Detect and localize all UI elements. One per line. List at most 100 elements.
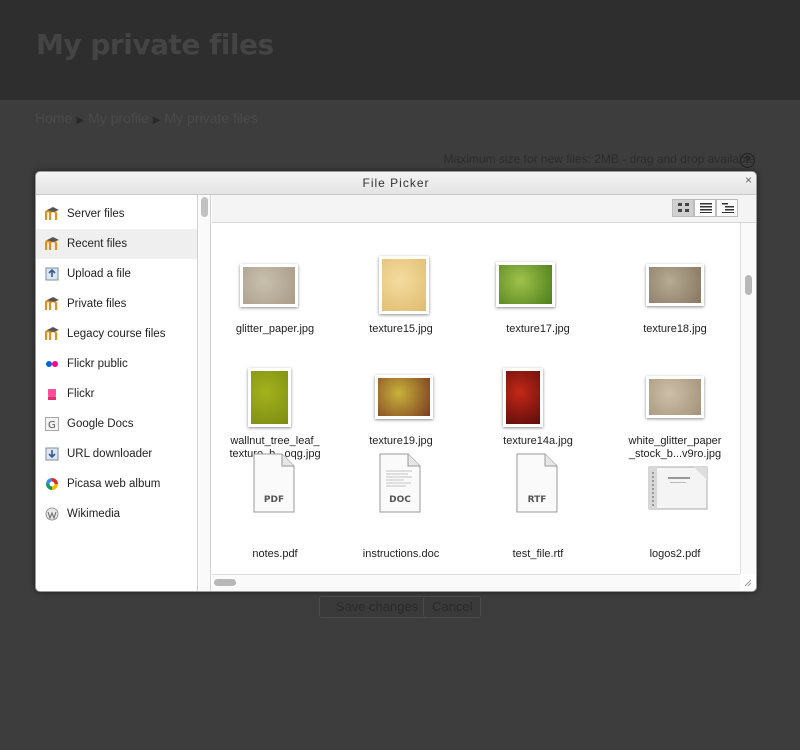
file-grid: glitter_paper.jpg texture15.jpg texture17.… — [212, 223, 740, 574]
repository-item[interactable]: Server files — [36, 199, 197, 229]
moodle-icon — [44, 237, 59, 251]
moodle-icon — [44, 297, 59, 311]
repository-label: Flickr public — [67, 358, 128, 370]
repository-item[interactable]: Flickr public — [36, 349, 197, 379]
breadcrumb-my-profile[interactable]: My profile — [88, 110, 149, 126]
close-icon[interactable]: × — [745, 173, 752, 187]
moodle-icon — [44, 207, 59, 221]
dialog-titlebar[interactable]: File Picker × — [36, 172, 756, 195]
file-item[interactable]: texture17.jpg — [475, 223, 601, 335]
vertical-scroll-thumb[interactable] — [745, 275, 752, 295]
breadcrumb-separator: ▶ — [76, 115, 85, 126]
file-name: logos2.pdf — [649, 548, 701, 560]
details-view-button[interactable] — [694, 199, 716, 217]
repository-item[interactable]: Legacy course files — [36, 319, 197, 349]
file-name: notes.pdf — [252, 548, 298, 560]
repository-list: Server files Recent files Upload a file Pri… — [36, 195, 198, 591]
document-icon: RTF — [515, 453, 559, 513]
repository-label: Wikimedia — [67, 508, 121, 520]
image-thumbnail — [240, 264, 298, 307]
breadcrumb: Home ▶ My profile ▶ My private files — [35, 110, 258, 126]
file-horizontal-scrollbar[interactable] — [212, 574, 740, 591]
repository-label: Server files — [67, 208, 125, 220]
image-thumbnail — [379, 256, 429, 314]
horizontal-scroll-thumb[interactable] — [214, 579, 236, 586]
file-item[interactable]: texture19.jpg — [338, 335, 464, 447]
upload-icon — [45, 267, 59, 281]
file-name: wallnut_tree_leaf_ — [230, 435, 320, 447]
svg-text:G: G — [48, 420, 56, 431]
breadcrumb-current: My private files — [164, 110, 258, 126]
page-header: My private files — [0, 0, 800, 100]
repository-item[interactable]: Private files — [36, 289, 197, 319]
grid-icon — [678, 203, 689, 212]
repository-item[interactable]: Wikimedia — [36, 499, 197, 529]
moodle-icon — [44, 327, 59, 341]
repository-item[interactable]: URL downloader — [36, 439, 197, 469]
image-thumbnail — [646, 376, 704, 418]
repository-label: Google Docs — [67, 418, 134, 430]
file-type-label: DOC — [389, 495, 411, 505]
file-item[interactable]: texture14a.jpg — [475, 335, 601, 447]
google-icon: G — [45, 417, 59, 431]
flickr-pink-icon — [45, 387, 59, 401]
file-item[interactable]: texture18.jpg — [612, 223, 738, 335]
repository-label: Private files — [67, 298, 127, 310]
help-icon[interactable]: ? — [740, 153, 755, 168]
image-thumbnail — [503, 368, 543, 427]
repository-item[interactable]: Picasa web album — [36, 469, 197, 499]
repository-label: Upload a file — [67, 268, 131, 280]
breadcrumb-home[interactable]: Home — [35, 110, 72, 126]
max-size-note: Maximum size for new files: 2MB - drag a… — [443, 152, 755, 166]
repository-item[interactable]: Upload a file — [36, 259, 197, 289]
file-name: instructions.doc — [362, 548, 440, 560]
file-toolbar — [212, 195, 756, 223]
file-item[interactable]: glitter_paper.jpg — [212, 223, 338, 335]
file-name: texture14a.jpg — [503, 435, 573, 447]
image-thumbnail — [646, 264, 704, 306]
repository-label: URL downloader — [67, 448, 153, 460]
flickr-icon — [45, 357, 59, 371]
icons-view-button[interactable] — [672, 199, 694, 217]
file-item[interactable]: texture15.jpg — [338, 223, 464, 335]
picasa-icon — [45, 477, 59, 491]
tree-list-icon — [722, 203, 734, 213]
repository-item[interactable]: G Google Docs — [36, 409, 197, 439]
document-icon: PDF — [252, 453, 296, 513]
repository-label: Picasa web album — [67, 478, 161, 490]
resize-handle-icon[interactable] — [742, 577, 752, 587]
sidebar-scroll-thumb[interactable] — [201, 197, 208, 217]
file-name: white_glitter_paper — [628, 435, 722, 447]
file-name: texture19.jpg — [369, 435, 433, 447]
breadcrumb-separator: ▶ — [152, 115, 161, 126]
download-icon — [45, 447, 59, 461]
sidebar-scrollbar[interactable] — [199, 195, 211, 591]
repository-label: Flickr — [67, 388, 95, 400]
repository-item[interactable]: Recent files — [36, 229, 197, 259]
repository-label: Recent files — [67, 238, 128, 250]
list-icon — [700, 203, 712, 213]
file-type-label: PDF — [263, 495, 285, 505]
tree-view-button[interactable] — [716, 199, 738, 217]
file-type-label: RTF — [527, 495, 547, 505]
file-item[interactable]: white_glitter_paper _stock_b...v9ro.jpg — [612, 335, 738, 460]
image-thumbnail — [248, 368, 291, 427]
page-title: My private files — [36, 28, 274, 61]
file-item[interactable]: wallnut_tree_leaf_texture_b...oqg.jpg — [212, 335, 338, 460]
file-name: test_file.rtf — [512, 548, 564, 560]
image-thumbnail — [375, 375, 433, 419]
file-vertical-scrollbar[interactable] — [740, 223, 756, 574]
file-item[interactable]: logos2.pdf — [612, 448, 738, 560]
file-picker-dialog: File Picker × Server files Recent files Up… — [35, 171, 757, 592]
image-thumbnail — [496, 262, 555, 307]
dialog-title: File Picker — [362, 176, 430, 190]
wikimedia-icon — [45, 507, 59, 521]
file-item[interactable]: RTF test_file.rtf — [475, 448, 601, 560]
pdf-preview-thumbnail — [648, 464, 708, 512]
document-icon: DOC — [378, 453, 422, 513]
save-changes-button[interactable]: Save changes — [319, 596, 435, 618]
cancel-button[interactable]: Cancel — [423, 596, 481, 618]
repository-item[interactable]: Flickr — [36, 379, 197, 409]
file-item[interactable]: DOC instructions.doc — [338, 448, 464, 560]
file-item[interactable]: PDF notes.pdf — [212, 448, 338, 560]
